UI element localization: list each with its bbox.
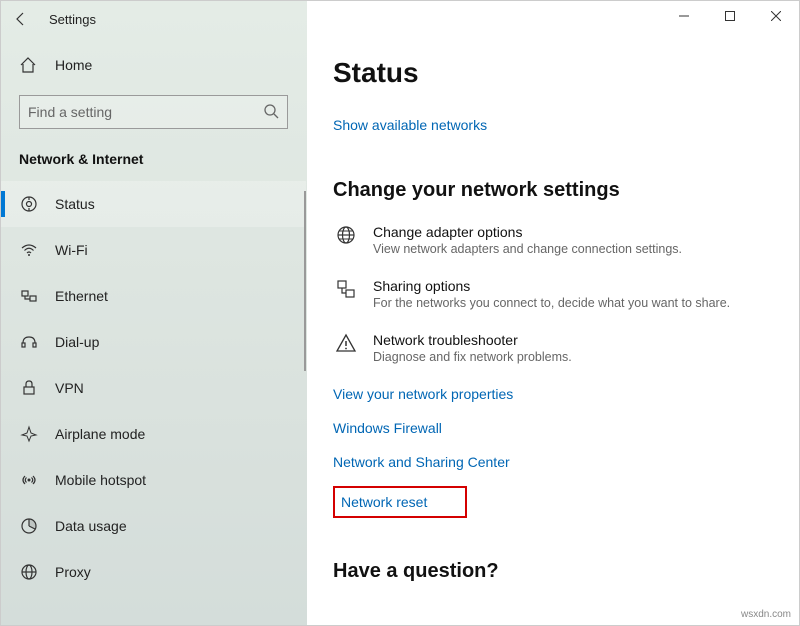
adapter-icon bbox=[333, 224, 359, 246]
close-button[interactable] bbox=[753, 1, 799, 31]
row-desc: For the networks you connect to, decide … bbox=[373, 296, 773, 310]
settings-window: Settings Home bbox=[0, 0, 800, 626]
nav-label: Mobile hotspot bbox=[55, 472, 146, 488]
nav-item-ethernet[interactable]: Ethernet bbox=[1, 273, 306, 319]
home-link[interactable]: Home bbox=[1, 45, 306, 85]
warning-icon bbox=[333, 332, 359, 354]
nav-label: Dial-up bbox=[55, 334, 99, 350]
nav-item-vpn[interactable]: VPN bbox=[1, 365, 306, 411]
nav-item-dialup[interactable]: Dial-up bbox=[1, 319, 306, 365]
main-content: Status Show available networks Change yo… bbox=[307, 1, 799, 625]
data-icon bbox=[19, 517, 39, 535]
nav-item-proxy[interactable]: Proxy bbox=[1, 549, 306, 595]
link-show-networks[interactable]: Show available networks bbox=[333, 117, 487, 133]
proxy-icon bbox=[19, 563, 39, 581]
row-adapter-options[interactable]: Change adapter options View network adap… bbox=[333, 224, 773, 256]
sidebar: Home Network & Internet Status Wi-Fi bbox=[1, 1, 307, 625]
highlight-box: Network reset bbox=[333, 486, 467, 518]
wifi-icon bbox=[19, 241, 39, 259]
row-troubleshooter[interactable]: Network troubleshooter Diagnose and fix … bbox=[333, 332, 773, 364]
link-firewall[interactable]: Windows Firewall bbox=[333, 420, 773, 436]
dialup-icon bbox=[19, 333, 39, 351]
home-icon bbox=[19, 56, 39, 74]
hotspot-icon bbox=[19, 471, 39, 489]
nav-label: Wi-Fi bbox=[55, 242, 88, 258]
page-title: Status bbox=[333, 57, 773, 89]
sharing-icon bbox=[333, 278, 359, 300]
nav-item-hotspot[interactable]: Mobile hotspot bbox=[1, 457, 306, 503]
link-view-properties[interactable]: View your network properties bbox=[333, 386, 773, 402]
nav-label: Airplane mode bbox=[55, 426, 145, 442]
maximize-button[interactable] bbox=[707, 1, 753, 31]
back-button[interactable] bbox=[1, 1, 41, 37]
row-sharing-options[interactable]: Sharing options For the networks you con… bbox=[333, 278, 773, 310]
minimize-button[interactable] bbox=[661, 1, 707, 31]
category-header: Network & Internet bbox=[1, 143, 306, 181]
nav-item-status[interactable]: Status bbox=[1, 181, 306, 227]
nav-label: VPN bbox=[55, 380, 84, 396]
link-sharing-center[interactable]: Network and Sharing Center bbox=[333, 454, 773, 470]
row-desc: Diagnose and fix network problems. bbox=[373, 350, 773, 364]
nav-item-wifi[interactable]: Wi-Fi bbox=[1, 227, 306, 273]
nav-item-airplane[interactable]: Airplane mode bbox=[1, 411, 306, 457]
status-icon bbox=[19, 195, 39, 213]
ethernet-icon bbox=[19, 287, 39, 305]
search-input[interactable] bbox=[28, 104, 263, 120]
title-bar: Settings bbox=[1, 1, 799, 37]
vpn-icon bbox=[19, 379, 39, 397]
search-icon bbox=[263, 103, 279, 122]
row-title: Network troubleshooter bbox=[373, 332, 773, 348]
nav-label: Status bbox=[55, 196, 95, 212]
window-controls bbox=[661, 1, 799, 31]
sidebar-scrollbar[interactable] bbox=[304, 191, 306, 371]
watermark: wsxdn.com bbox=[741, 609, 791, 620]
nav-item-data[interactable]: Data usage bbox=[1, 503, 306, 549]
row-title: Change adapter options bbox=[373, 224, 773, 240]
nav-label: Data usage bbox=[55, 518, 127, 534]
section-change-settings: Change your network settings bbox=[333, 179, 773, 202]
airplane-icon bbox=[19, 425, 39, 443]
nav-label: Ethernet bbox=[55, 288, 108, 304]
nav-label: Proxy bbox=[55, 564, 91, 580]
row-title: Sharing options bbox=[373, 278, 773, 294]
home-label: Home bbox=[55, 57, 92, 73]
window-title: Settings bbox=[41, 12, 96, 27]
search-box[interactable] bbox=[19, 95, 288, 129]
row-desc: View network adapters and change connect… bbox=[373, 242, 773, 256]
link-network-reset[interactable]: Network reset bbox=[341, 494, 427, 510]
section-question: Have a question? bbox=[333, 560, 773, 583]
